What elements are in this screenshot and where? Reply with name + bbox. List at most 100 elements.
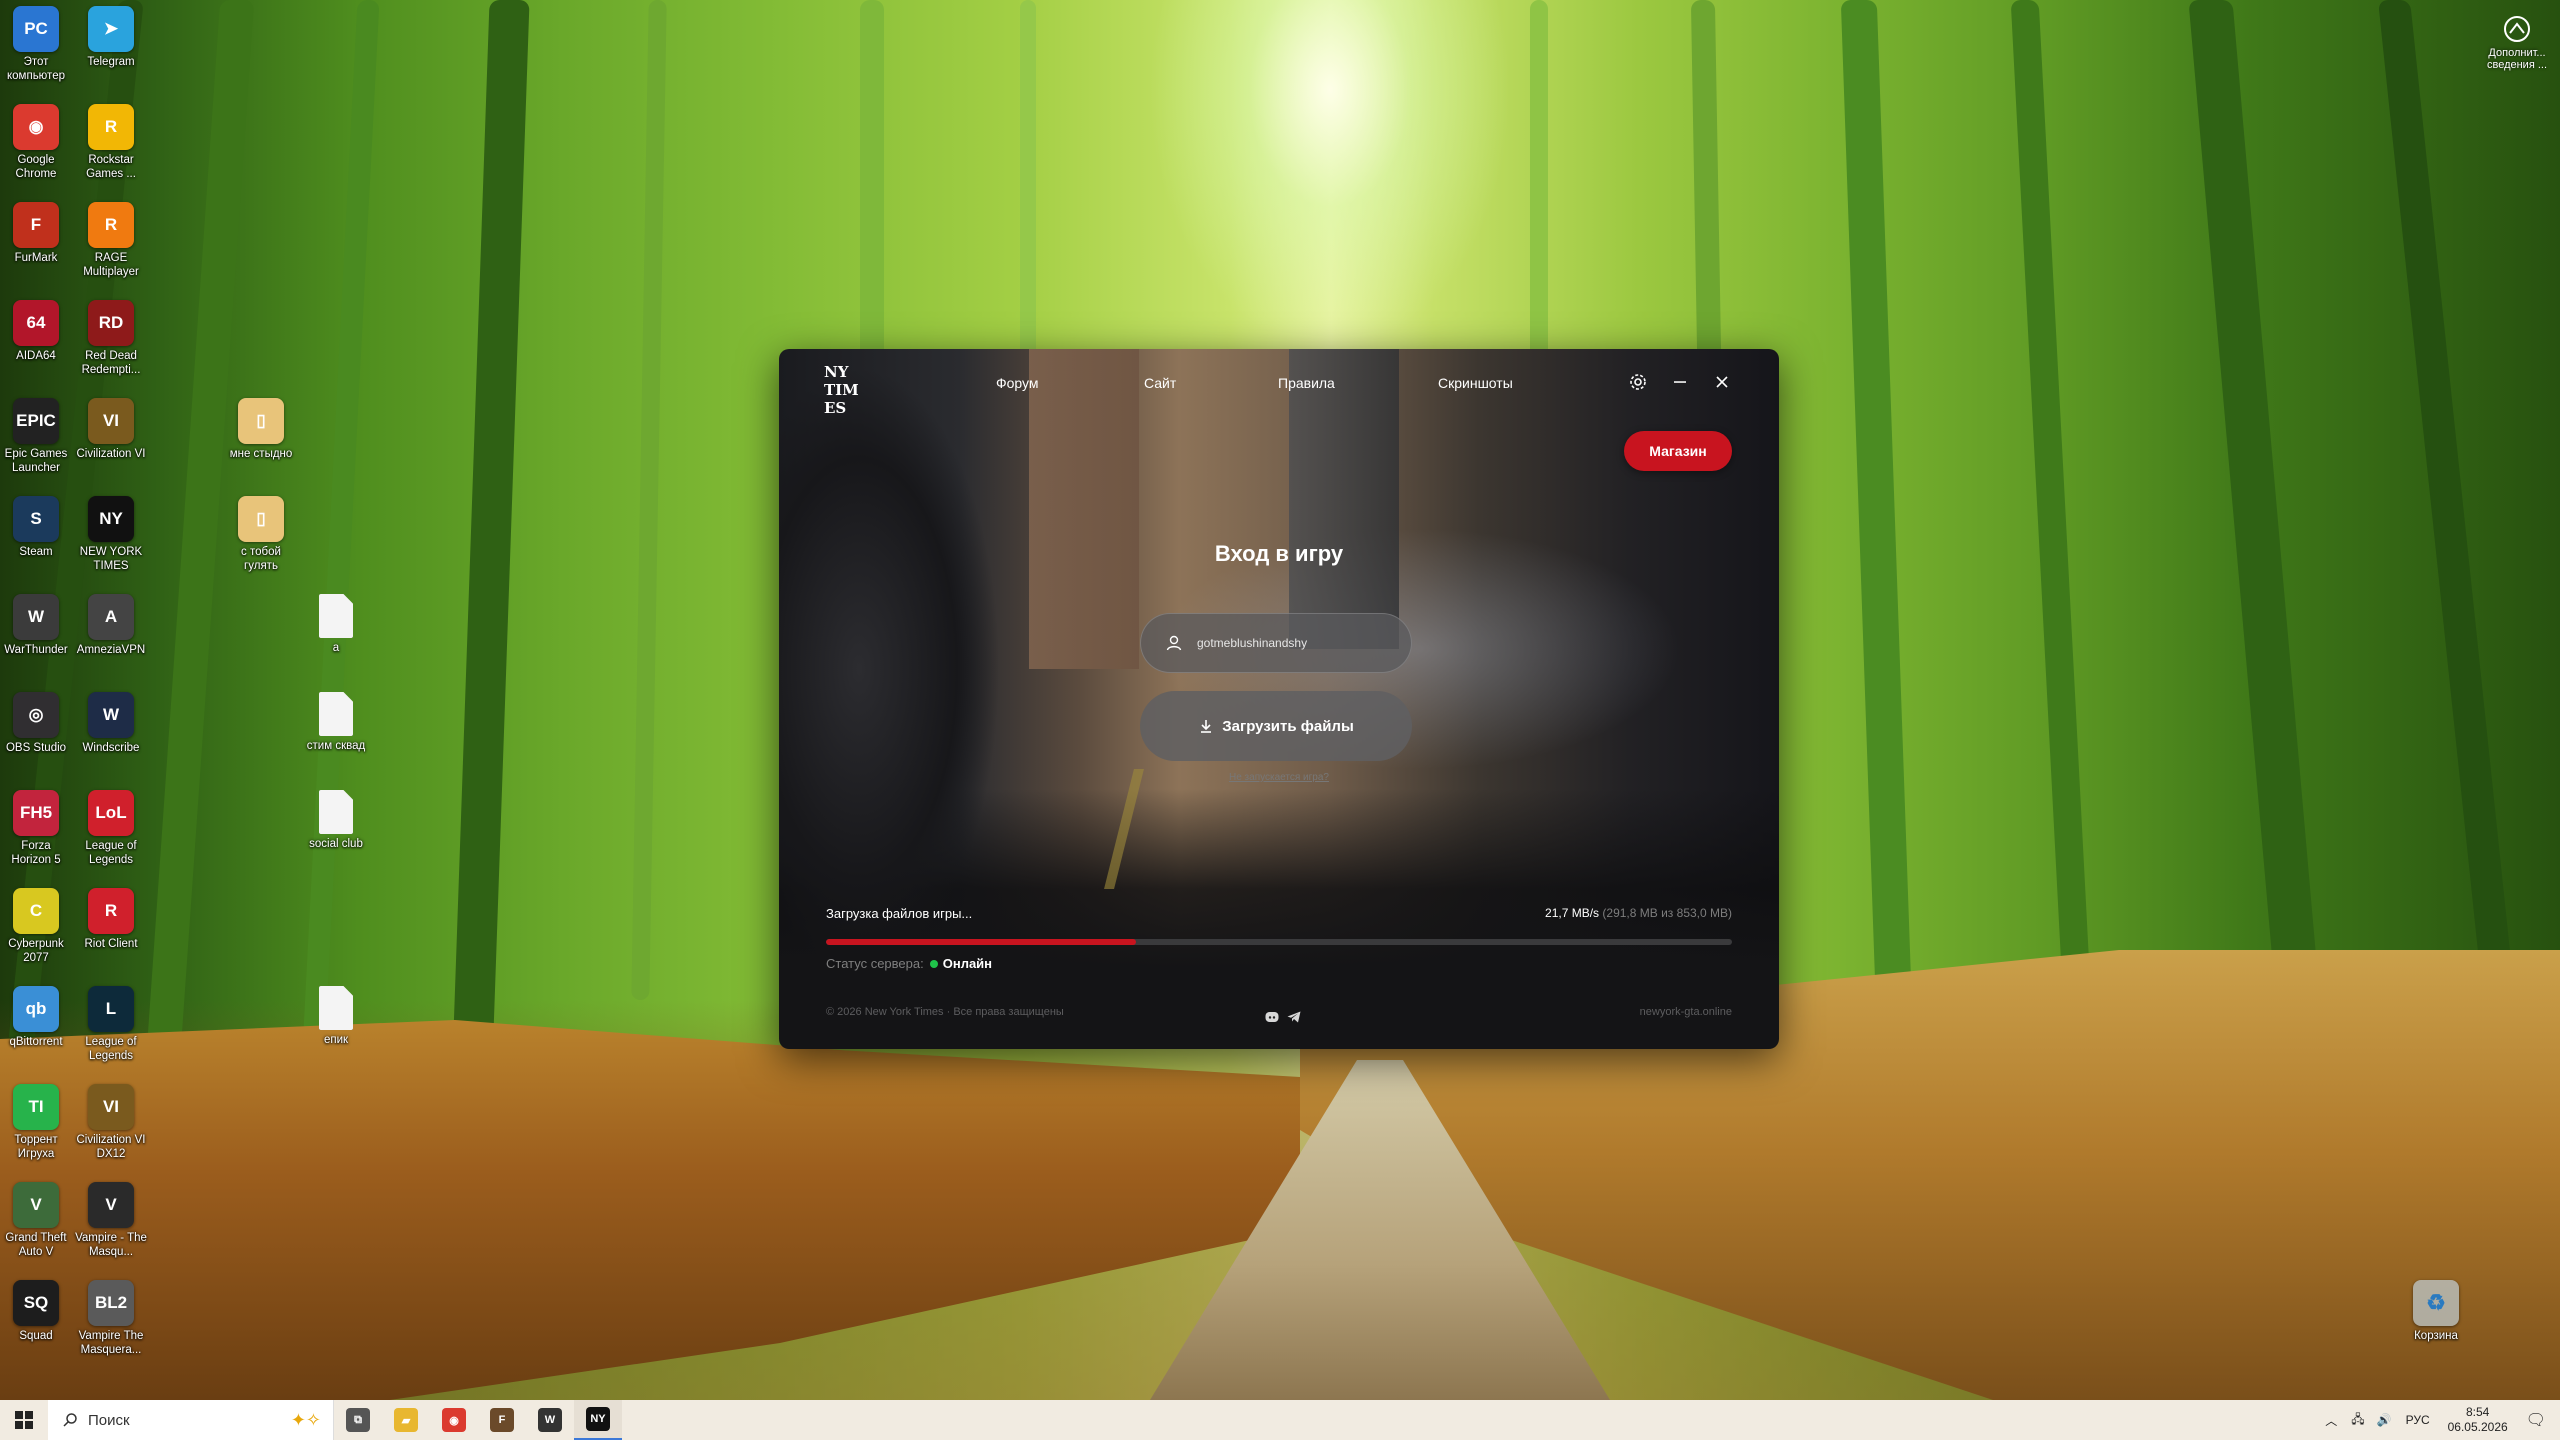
language-indicator[interactable]: РУС (2406, 1413, 2430, 1427)
desktop-icon-label: Squad (19, 1330, 53, 1342)
nyt-launcher-icon: NY (586, 1407, 610, 1431)
desktop-icon[interactable]: 64 AIDA64 (0, 300, 72, 363)
desktop-icon[interactable]: епик (300, 986, 372, 1047)
desktop-icon-label: Торрент Игруха (14, 1134, 58, 1160)
desktop-icon[interactable]: ➤ Telegram (75, 6, 147, 69)
desktop-icon[interactable]: qb qBittorrent (0, 986, 72, 1049)
desktop-icon[interactable]: TI Торрент Игруха (0, 1084, 72, 1161)
download-files-button[interactable]: Загрузить файлы (1140, 691, 1412, 761)
desktop-icon[interactable]: стим сквад (300, 692, 372, 753)
desktop-icon[interactable]: R RAGE Multiplayer (75, 202, 147, 279)
desktop-icon[interactable]: R Rockstar Games ... (75, 104, 147, 181)
game-not-launching-link[interactable]: Не запускается игра? (779, 772, 1779, 783)
taskbar-task-view[interactable]: ⧉ (334, 1400, 382, 1440)
text-file-icon (319, 692, 353, 736)
extra-info-widget[interactable]: Дополнит... сведения ... (2482, 14, 2552, 71)
desktop-icon-label: Civilization VI DX12 (76, 1134, 146, 1160)
desktop-icon-label: Vampire The Masquera... (78, 1330, 144, 1356)
desktop-icon[interactable]: PC Этот компьютер (0, 6, 72, 83)
desktop-icon-label: с тобой гулять (241, 546, 281, 572)
taskbar-warthunder[interactable]: W (526, 1400, 574, 1440)
notifications-icon[interactable]: 🗨 (2526, 1410, 2546, 1430)
online-indicator-icon (929, 959, 938, 968)
desktop-icon-label: Telegram (87, 56, 135, 68)
server-status: Статус сервера: Онлайн (826, 956, 992, 971)
desktop-icon[interactable]: A AmneziaVPN (75, 594, 147, 657)
squad-icon: SQ (13, 1280, 59, 1326)
desktop-icon[interactable]: R Riot Client (75, 888, 147, 951)
download-progress-fill (826, 939, 1136, 945)
desktop-icon[interactable]: C Cyberpunk 2077 (0, 888, 72, 965)
gta-icon: V (13, 1182, 59, 1228)
desktop-icon-label: WarThunder (4, 644, 68, 656)
desktop-icon[interactable]: V Grand Theft Auto V (0, 1182, 72, 1259)
background-road-line (1104, 769, 1144, 889)
desktop-icon[interactable]: ▯ мне стыдно (225, 398, 297, 461)
civ6-dx12-icon: VI (88, 1084, 134, 1130)
tray-chevron-icon[interactable]: ︿ (2325, 1412, 2337, 1429)
qbittorrent-icon: qb (13, 986, 59, 1032)
desktop-icon[interactable]: FH5 Forza Horizon 5 (0, 790, 72, 867)
download-speed: 21,7 MB/s (291,8 MB из 853,0 MB) (1545, 906, 1732, 920)
desktop-icon[interactable]: F FurMark (0, 202, 72, 265)
desktop-icon-label: RAGE Multiplayer (83, 252, 139, 278)
taskbar-furmark[interactable]: F (478, 1400, 526, 1440)
nav-forum[interactable]: Форум (996, 375, 1039, 391)
settings-gear-icon[interactable] (1625, 369, 1651, 395)
desktop-icon-label: Google Chrome (15, 154, 57, 180)
windscribe-icon: W (88, 692, 134, 738)
desktop-icon-label: League of Legends (85, 1036, 137, 1062)
desktop-icon[interactable]: ▯ с тобой гулять (225, 496, 297, 573)
download-speed-value: 21,7 MB/s (1545, 906, 1600, 920)
close-icon[interactable] (1709, 369, 1735, 395)
desktop-icon[interactable]: V Vampire - The Masqu... (75, 1182, 147, 1259)
taskbar-file-explorer[interactable]: ▰ (382, 1400, 430, 1440)
aida64-icon: 64 (13, 300, 59, 346)
desktop-icon[interactable]: RD Red Dead Redempti... (75, 300, 147, 377)
nav-screenshots[interactable]: Скриншоты (1438, 375, 1513, 391)
nav-rules[interactable]: Правила (1278, 375, 1335, 391)
telegram-icon[interactable] (1286, 1009, 1302, 1025)
this-pc-icon: PC (13, 6, 59, 52)
desktop-icon-label: Grand Theft Auto V (5, 1232, 67, 1258)
desktop-icon[interactable]: VI Civilization VI DX12 (75, 1084, 147, 1161)
desktop-icon[interactable]: W WarThunder (0, 594, 72, 657)
network-icon[interactable]: 🖧 (2351, 1410, 2364, 1431)
desktop-icon[interactable]: LoL League of Legends (75, 790, 147, 867)
folder-icon: ▯ (238, 398, 284, 444)
desktop-icon[interactable]: S Steam (0, 496, 72, 559)
desktop-icon[interactable]: ◎ OBS Studio (0, 692, 72, 755)
desktop-icon[interactable]: NY NEW YORK TIMES (75, 496, 147, 573)
recycle-bin[interactable]: ♻ Корзина (2400, 1280, 2472, 1343)
desktop-icon-label: League of Legends (85, 840, 137, 866)
desktop-icon[interactable]: VI Civilization VI (75, 398, 147, 461)
desktop-icon-label: Windscribe (82, 742, 140, 754)
desktop-icon[interactable]: W Windscribe (75, 692, 147, 755)
rage-mp-icon: R (88, 202, 134, 248)
file-explorer-icon: ▰ (394, 1408, 418, 1432)
shop-button[interactable]: Магазин (1624, 431, 1732, 471)
volume-icon[interactable]: 🔊 (2377, 1413, 2392, 1427)
desktop-icon[interactable]: BL2 Vampire The Masquera... (75, 1280, 147, 1357)
nav-site[interactable]: Сайт (1144, 375, 1176, 391)
desktop-icon[interactable]: SQ Squad (0, 1280, 72, 1343)
desktop-icon-label: Riot Client (84, 938, 138, 950)
site-link[interactable]: newyork-gta.online (1640, 1006, 1732, 1018)
clock[interactable]: 8:54 06.05.2026 (2448, 1405, 2508, 1435)
taskbar-nyt-launcher[interactable]: NY (574, 1400, 622, 1440)
desktop-icon[interactable]: ◉ Google Chrome (0, 104, 72, 181)
taskbar-search[interactable]: Поиск ✦✧ (48, 1400, 334, 1440)
discord-icon[interactable] (1264, 1009, 1280, 1025)
desktop-icon[interactable]: а (300, 594, 372, 655)
start-button[interactable] (0, 1400, 48, 1440)
desktop-icon[interactable]: L League of Legends (75, 986, 147, 1063)
text-file-icon (319, 986, 353, 1030)
desktop-icon-label: Vampire - The Masqu... (75, 1232, 147, 1258)
taskbar-chrome[interactable]: ◉ (430, 1400, 478, 1440)
minimize-icon[interactable] (1667, 369, 1693, 395)
username-field[interactable]: gotmeblushinandshy (1140, 613, 1412, 673)
desktop-icon[interactable]: EPIC Epic Games Launcher (0, 398, 72, 475)
desktop-icon[interactable]: social club (300, 790, 372, 851)
chrome-icon: ◉ (442, 1408, 466, 1432)
launcher-logo-text: NY TIMES (824, 363, 859, 417)
